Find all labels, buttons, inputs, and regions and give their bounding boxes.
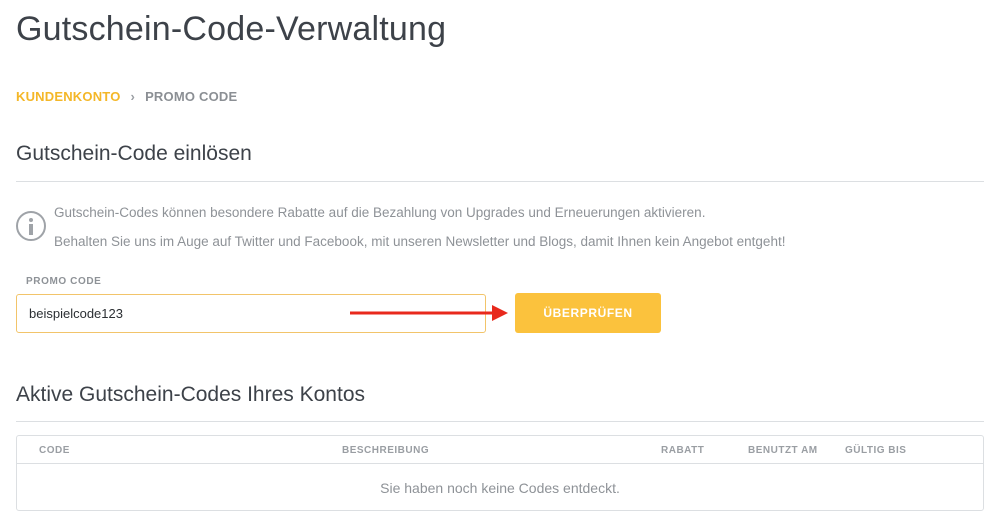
chevron-right-icon: › <box>130 89 136 104</box>
column-header-used-on: BENUTZT AM <box>748 445 818 456</box>
empty-state-message: Sie haben noch keine Codes entdeckt. <box>380 479 620 496</box>
annotation-arrow-icon <box>350 305 508 321</box>
verify-button[interactable]: ÜBERPRÜFEN <box>515 293 661 333</box>
promo-code-label: PROMO CODE <box>26 276 102 287</box>
active-codes-table: CODE BESCHREIBUNG RABATT BENUTZT AM GÜLT… <box>16 435 984 511</box>
info-text-line: Gutschein-Codes können besondere Rabatte… <box>54 205 706 220</box>
column-header-discount: RABATT <box>661 445 705 456</box>
active-codes-section-title: Aktive Gutschein-Codes Ihres Kontos <box>16 383 366 406</box>
breadcrumb: KUNDENKONTO › PROMO CODE <box>16 89 237 104</box>
page-title: Gutschein-Code-Verwaltung <box>16 10 447 48</box>
table-header: CODE BESCHREIBUNG RABATT BENUTZT AM GÜLT… <box>17 436 983 464</box>
info-circle-icon <box>16 211 46 241</box>
column-header-valid-until: GÜLTIG BIS <box>845 445 907 456</box>
breadcrumb-item-promo-code: PROMO CODE <box>145 89 238 104</box>
column-header-description: BESCHREIBUNG <box>342 445 430 456</box>
section-divider <box>16 181 984 182</box>
column-header-code: CODE <box>39 445 70 456</box>
breadcrumb-item-kundenkonto[interactable]: KUNDENKONTO <box>16 89 121 104</box>
info-text-line: Behalten Sie uns im Auge auf Twitter und… <box>54 234 786 249</box>
redeem-section-title: Gutschein-Code einlösen <box>16 142 252 165</box>
section-divider <box>16 421 984 422</box>
